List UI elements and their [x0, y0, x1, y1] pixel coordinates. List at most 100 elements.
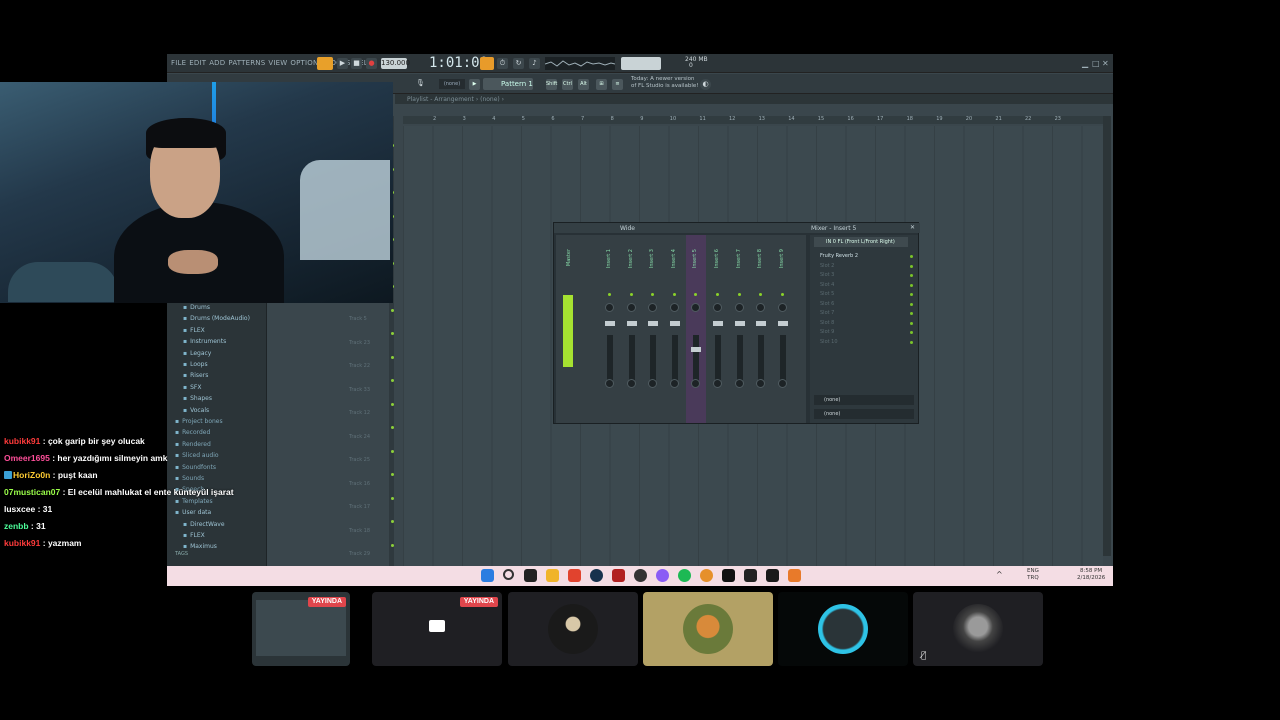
browser-tags[interactable]: TAGS — [175, 551, 188, 557]
fx-slot[interactable]: Slot 8 — [814, 320, 904, 328]
chat-username[interactable]: kubikk91 — [4, 538, 40, 548]
volume-fader[interactable] — [736, 335, 743, 383]
call-tile-user-3[interactable] — [508, 592, 638, 666]
call-tile-user-6[interactable]: 🎙̸ — [913, 592, 1043, 666]
stop-button[interactable]: ■ — [351, 58, 362, 69]
strip-led[interactable] — [651, 293, 655, 296]
task-view-icon[interactable] — [524, 569, 537, 582]
loop-record-icon[interactable]: ↻ — [513, 58, 524, 69]
strip-led[interactable] — [716, 293, 719, 296]
pan-knob[interactable] — [691, 303, 701, 312]
track-led[interactable] — [391, 379, 394, 382]
pan-knob[interactable] — [648, 303, 658, 312]
browser-item[interactable]: ▪ Maximus — [183, 543, 217, 550]
track-led[interactable] — [391, 496, 394, 500]
fx-slot-led[interactable] — [910, 312, 913, 315]
fader-handle[interactable] — [777, 321, 788, 326]
steam-icon[interactable] — [590, 569, 603, 582]
track-label[interactable]: Track 33 — [349, 387, 370, 393]
record-button[interactable]: ● — [366, 58, 377, 69]
messenger-icon[interactable] — [656, 569, 669, 582]
track-label[interactable]: Track 22 — [349, 363, 370, 369]
mic-icon[interactable]: 🎙 — [415, 78, 426, 89]
app-icon-circle[interactable] — [634, 569, 647, 582]
send-knob[interactable] — [713, 379, 722, 388]
mixer-strip[interactable]: Insert 9 — [773, 235, 793, 423]
mixer-strip[interactable]: Insert 8 — [751, 235, 771, 423]
pan-knob[interactable] — [713, 303, 722, 312]
browser-item[interactable]: ▪ Soundfonts — [175, 464, 216, 471]
browser-item[interactable]: ▪ Recorded — [175, 429, 210, 436]
browser-item[interactable]: ▪ Sounds — [175, 475, 204, 482]
browser-item[interactable]: ▪ Instruments — [183, 338, 226, 345]
fx-slot[interactable]: Slot 4 — [814, 282, 904, 290]
track-led[interactable] — [391, 308, 394, 312]
fx-slot[interactable]: Slot 10 — [814, 339, 904, 347]
browser-item[interactable]: ▪ FLEX — [183, 532, 205, 539]
fx-slot-led[interactable] — [910, 331, 913, 334]
browser-item[interactable]: ▪ Vocals — [183, 407, 209, 414]
chat-username[interactable]: 07mustican07 — [4, 487, 60, 497]
fx-slot-led[interactable] — [910, 321, 913, 325]
send-knob[interactable] — [605, 379, 614, 388]
browser-item[interactable]: ▪ Legacy — [183, 350, 211, 357]
volume-fader[interactable] — [758, 335, 765, 383]
track-label[interactable]: Track 23 — [349, 340, 370, 346]
mixer-close-icon[interactable]: ✕ — [910, 224, 915, 231]
track-label[interactable]: Track 5 — [349, 316, 367, 322]
mixer-strip[interactable]: Insert 4 — [665, 235, 685, 423]
close-icon[interactable]: ✕ — [1102, 59, 1109, 68]
plugin-icon[interactable]: ⊞ — [596, 79, 607, 90]
fader-handle[interactable] — [756, 321, 767, 326]
send-knob[interactable] — [756, 379, 766, 388]
mixer-icon[interactable]: ≡ — [612, 79, 623, 90]
volume-fader[interactable] — [779, 335, 786, 383]
play-button[interactable]: ▶ — [337, 58, 348, 69]
brave-browser-icon[interactable] — [568, 569, 581, 582]
menu-item[interactable]: VIEW — [268, 59, 287, 67]
none-select[interactable]: (none) — [439, 79, 465, 89]
app-icon-dark[interactable] — [722, 569, 735, 582]
app-icon-red[interactable] — [612, 569, 625, 582]
browser-item[interactable]: ▪ Drums (ModeAudio) — [183, 315, 250, 322]
strip-led[interactable] — [672, 293, 676, 296]
fader-handle[interactable] — [691, 347, 702, 352]
playlist-scrollbar[interactable] — [1103, 116, 1111, 556]
track-label[interactable]: Track 24 — [349, 434, 370, 440]
volume-fader[interactable] — [715, 335, 721, 383]
browser-item[interactable]: ▪ SFX — [183, 384, 201, 391]
browser-item[interactable]: ▪ Rendered — [175, 441, 211, 448]
ctrl-button[interactable]: Ctrl — [562, 79, 573, 90]
track-led[interactable] — [391, 402, 394, 406]
fx-slot[interactable]: Slot 2 — [814, 263, 904, 271]
file-explorer-icon[interactable] — [546, 569, 559, 582]
pan-knob[interactable] — [605, 303, 614, 312]
fader-handle[interactable] — [669, 321, 680, 326]
fx-slot[interactable]: Fruity Reverb 2 — [814, 253, 904, 261]
track-label[interactable]: Track 12 — [349, 410, 370, 416]
track-led[interactable] — [391, 332, 394, 335]
fl-studio-taskbar-icon[interactable] — [700, 569, 713, 582]
volume-fader[interactable] — [628, 335, 635, 383]
pattern-song-toggle[interactable] — [317, 57, 333, 70]
track-label[interactable]: Track 17 — [349, 504, 370, 510]
volume-fader[interactable] — [607, 335, 613, 383]
browser-item[interactable]: ▪ FLEX — [183, 327, 205, 334]
mixer-strip[interactable]: Insert 2 — [622, 235, 642, 423]
call-tile-user-4[interactable] — [643, 592, 773, 666]
pan-knob[interactable] — [734, 303, 744, 312]
browser-item[interactable]: ▪ Sliced audio — [175, 452, 219, 459]
browser-item[interactable]: ▪ Project bones — [175, 418, 223, 425]
strip-led[interactable] — [759, 293, 763, 296]
search-icon[interactable] — [503, 569, 514, 580]
volume-fader[interactable] — [671, 335, 678, 383]
track-led[interactable] — [391, 426, 394, 429]
chat-username[interactable]: lusxcee — [4, 504, 35, 514]
strip-led[interactable] — [629, 293, 633, 296]
spotify-icon[interactable] — [678, 569, 691, 582]
fader-handle[interactable] — [626, 321, 637, 326]
send-knob[interactable] — [691, 379, 701, 388]
clock[interactable]: 8:58 PM 2/18/2026 — [1077, 568, 1105, 582]
app-icon-orange[interactable] — [788, 569, 801, 582]
call-tile-user-5[interactable] — [778, 592, 908, 666]
